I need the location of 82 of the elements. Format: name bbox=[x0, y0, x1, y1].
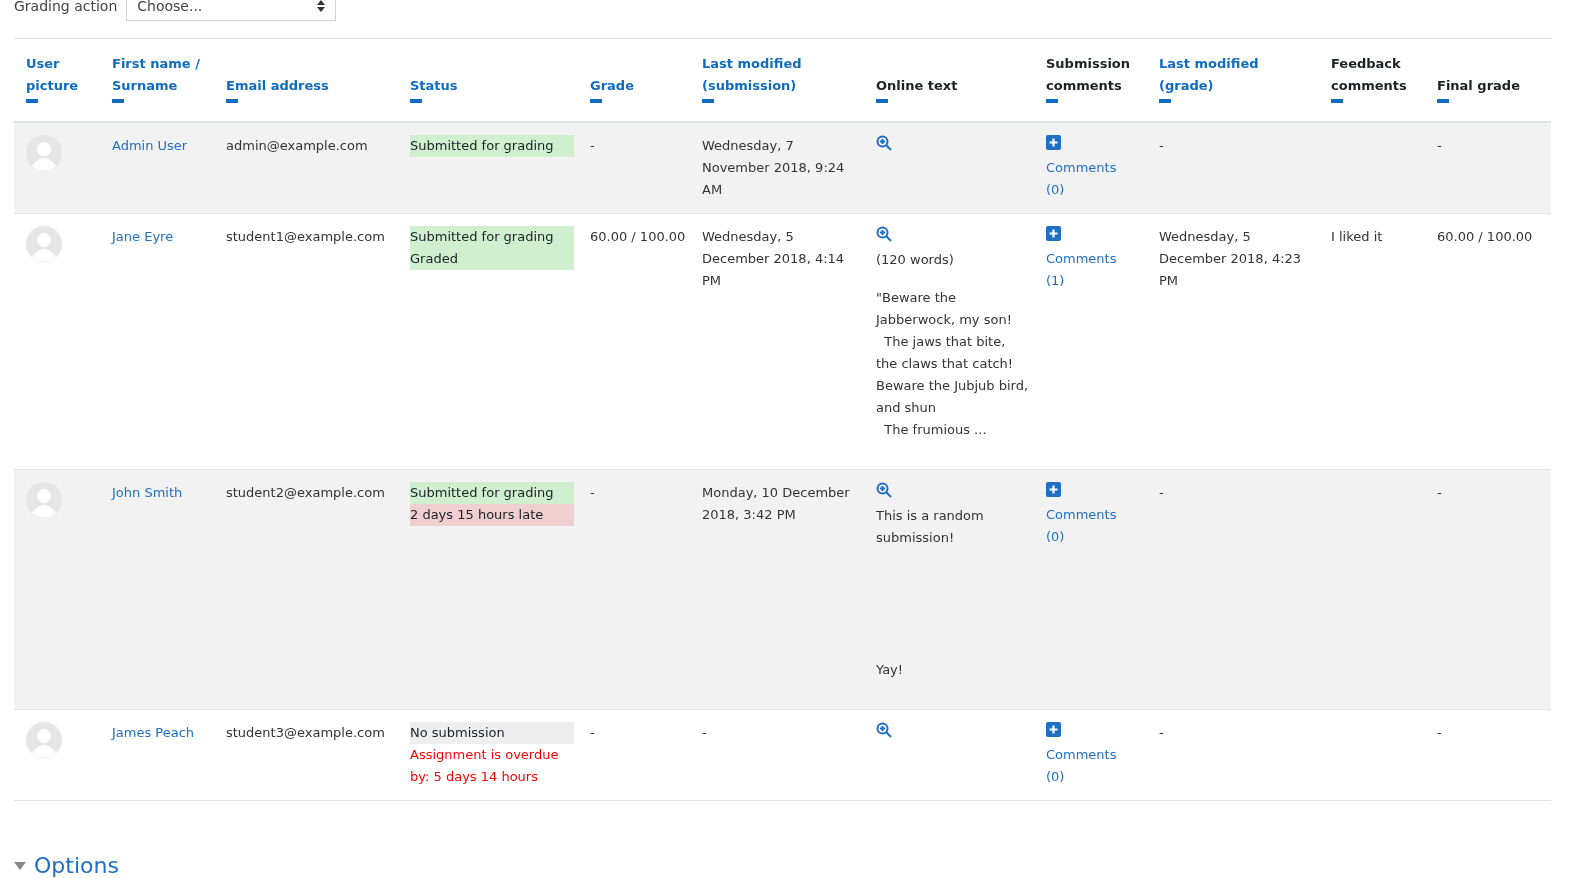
column-header[interactable]: Feedback comments bbox=[1331, 53, 1419, 97]
grade-text: 60.00 / 100.00 bbox=[590, 228, 686, 246]
grading-action-select[interactable]: Choose... bbox=[126, 0, 337, 21]
column-header[interactable]: Last modified (grade) bbox=[1159, 53, 1313, 97]
feedback-text: I liked it bbox=[1331, 228, 1384, 246]
collapse-icon[interactable] bbox=[1331, 99, 1343, 103]
grade-text: - bbox=[590, 137, 596, 155]
status-label: No submission bbox=[410, 722, 574, 744]
status-label: 2 days 15 hours late bbox=[410, 504, 574, 526]
collapse-icon[interactable] bbox=[1159, 99, 1171, 103]
email-text: student3@example.com bbox=[226, 724, 386, 742]
collapse-icon[interactable] bbox=[112, 99, 124, 103]
grade-text: - bbox=[590, 724, 596, 742]
online-text: This is a random submission! Yay! bbox=[876, 507, 985, 679]
column-header[interactable]: Status bbox=[410, 75, 572, 97]
modified-date: - bbox=[702, 724, 708, 742]
online-text: (120 words) bbox=[876, 251, 955, 269]
avatar-icon bbox=[26, 722, 62, 758]
grade-modified-date: - bbox=[1159, 137, 1165, 155]
comments-count-link[interactable]: (0) bbox=[1046, 526, 1143, 548]
grade-modified-date: Wednesday, 5 December 2018, 4:23 PM bbox=[1159, 228, 1303, 290]
status-label: Graded bbox=[410, 248, 574, 270]
add-icon[interactable] bbox=[1046, 482, 1061, 497]
email-text: admin@example.com bbox=[226, 137, 369, 155]
comments-count-link[interactable]: (1) bbox=[1046, 270, 1143, 292]
zoom-in-icon[interactable] bbox=[876, 135, 892, 151]
column-header[interactable]: Grade bbox=[590, 75, 684, 97]
caret-icon[interactable] bbox=[14, 861, 26, 870]
collapse-icon[interactable] bbox=[410, 99, 422, 103]
final-grade-text: 60.00 / 100.00 bbox=[1437, 228, 1534, 246]
modified-date: Wednesday, 7 November 2018, 9:24 AM bbox=[702, 137, 846, 199]
online-text: "Beware the Jabberwock, my son! The jaws that bite, the claws that catch! Beware the Jubjub bird, and shun The frumious ... bbox=[876, 289, 1030, 439]
avatar-icon bbox=[26, 226, 62, 262]
collapse-icon[interactable] bbox=[1046, 99, 1058, 103]
email-text: student1@example.com bbox=[226, 228, 386, 246]
final-grade-text: - bbox=[1437, 724, 1443, 742]
sort-caret-icon bbox=[317, 0, 326, 12]
add-icon[interactable] bbox=[1046, 722, 1061, 737]
avatar-icon bbox=[26, 482, 62, 518]
zoom-in-icon[interactable] bbox=[876, 482, 892, 498]
column-header[interactable]: Submission comments bbox=[1046, 53, 1141, 97]
column-header[interactable]: Last modified (submission) bbox=[702, 53, 858, 97]
zoom-in-icon[interactable] bbox=[876, 722, 892, 738]
column-header[interactable]: Online text bbox=[876, 75, 1028, 97]
column-header[interactable]: Final grade bbox=[1437, 75, 1545, 97]
status-label: Assignment is overdue by: 5 days 14 hours bbox=[410, 746, 560, 786]
final-grade-text: - bbox=[1437, 484, 1443, 502]
column-header[interactable]: First name / Surname bbox=[112, 53, 208, 97]
collapse-icon[interactable] bbox=[26, 99, 38, 103]
avatar-icon bbox=[26, 135, 62, 171]
collapse-icon[interactable] bbox=[590, 99, 602, 103]
user-name-link[interactable]: Admin User bbox=[112, 138, 188, 153]
collapse-icon[interactable] bbox=[876, 99, 888, 103]
comments-link[interactable]: Comments bbox=[1046, 157, 1143, 179]
comments-count-link[interactable]: (0) bbox=[1046, 179, 1143, 201]
modified-date: Wednesday, 5 December 2018, 4:14 PM bbox=[702, 228, 846, 290]
grading-action-label: Grading action bbox=[14, 0, 118, 14]
add-icon[interactable] bbox=[1046, 226, 1061, 241]
grade-modified-date: - bbox=[1159, 724, 1165, 742]
final-grade-text: - bbox=[1437, 137, 1443, 155]
grade-text: - bbox=[590, 484, 596, 502]
modified-date: Monday, 10 December 2018, 3:42 PM bbox=[702, 484, 851, 524]
user-name-link[interactable]: James Peach bbox=[112, 725, 195, 740]
user-name-link[interactable]: John Smith bbox=[112, 485, 183, 500]
grade-modified-date: - bbox=[1159, 484, 1165, 502]
comments-link[interactable]: Comments bbox=[1046, 744, 1143, 766]
comments-link[interactable]: Comments bbox=[1046, 504, 1143, 526]
comments-count-link[interactable]: (0) bbox=[1046, 766, 1143, 788]
collapse-icon[interactable] bbox=[702, 99, 714, 103]
status-label: Submitted for grading bbox=[410, 135, 574, 157]
add-icon[interactable] bbox=[1046, 135, 1061, 150]
column-header[interactable]: Email address bbox=[226, 75, 392, 97]
collapse-icon[interactable] bbox=[1437, 99, 1449, 103]
status-label: Submitted for grading bbox=[410, 226, 574, 248]
options-link[interactable]: Options bbox=[34, 853, 119, 878]
status-label: Submitted for grading bbox=[410, 482, 574, 504]
email-text: student2@example.com bbox=[226, 484, 386, 502]
user-name-link[interactable]: Jane Eyre bbox=[112, 229, 174, 244]
column-header[interactable]: User picture bbox=[26, 53, 94, 97]
comments-link[interactable]: Comments bbox=[1046, 248, 1143, 270]
zoom-in-icon[interactable] bbox=[876, 226, 892, 242]
collapse-icon[interactable] bbox=[226, 99, 238, 103]
